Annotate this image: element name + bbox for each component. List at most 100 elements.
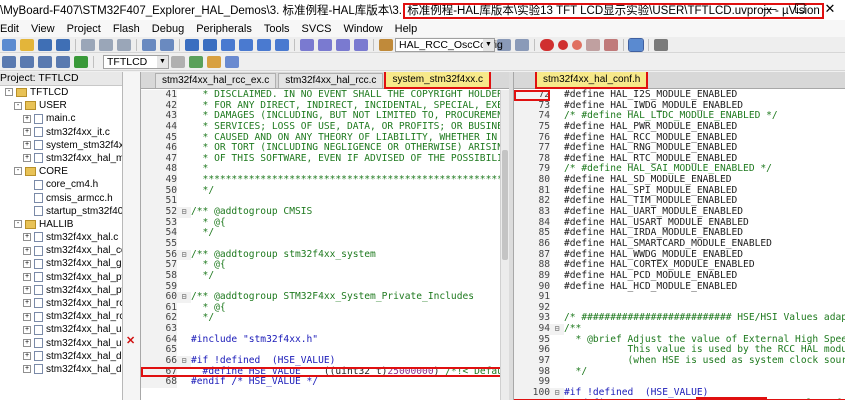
expand-icon[interactable]: + [23,312,31,321]
tree-item[interactable]: + system_stm32f4xx.c [0,139,122,152]
find-icon[interactable] [515,38,529,51]
find-in-files-icon[interactable] [379,38,393,51]
batch-build-icon[interactable] [56,56,70,68]
tree-item[interactable]: + stm32f4xx_hal_pwr. [0,271,122,284]
next-bookmark-icon[interactable] [257,38,271,51]
menu-help[interactable]: Help [395,23,424,35]
clear-bookmarks-icon[interactable] [275,38,289,51]
expand-icon[interactable]: + [23,286,31,295]
fold-toggle-icon[interactable]: ⊟ [177,249,191,261]
expand-icon[interactable]: + [23,259,31,268]
menu-project[interactable]: Project [67,23,107,35]
tree-item[interactable]: + stm32f4xx_hal_gpio. [0,257,122,270]
fold-toggle-icon[interactable]: ⊟ [177,292,191,303]
prev-bookmark-icon[interactable] [239,38,253,51]
save-all-icon[interactable] [56,38,70,51]
menu-view[interactable]: View [31,23,61,35]
bookmark-icon[interactable] [221,38,235,51]
expand-icon[interactable]: + [23,338,31,347]
tree-item[interactable]: + stm32f4xx_hal_corte [0,244,122,257]
fold-toggle-icon[interactable]: ⊟ [177,356,191,367]
menu-edit[interactable]: Edit [0,23,25,35]
tree-item[interactable]: + stm32f4xx_hal_msp.c [0,152,122,165]
collapse-icon[interactable]: - [14,167,22,176]
debug-start-icon[interactable] [540,38,554,51]
unindent-icon[interactable] [318,38,332,51]
translate-icon[interactable] [2,56,16,68]
tree-item[interactable]: - HALLIB [0,218,122,231]
comment-icon[interactable] [336,38,350,51]
copy-icon[interactable] [99,38,113,51]
editor-tab[interactable]: stm32f4xx_hal_rcc.c [278,73,384,88]
manage-components-icon[interactable] [189,56,203,68]
disable-breakpoint-icon[interactable] [572,39,582,50]
maximize-button[interactable]: ☐ [785,0,815,20]
menu-tools[interactable]: Tools [264,23,296,35]
editor-tab[interactable]: stm32f4xx_hal_rcc_ex.c [155,73,277,88]
configure-icon[interactable] [654,38,668,51]
expand-icon[interactable]: + [23,272,31,281]
scrollbar-left[interactable] [500,90,509,400]
tree-item[interactable]: + stm32f4xx_hal_dma. [0,363,122,376]
target-select[interactable]: TFTLCD ▼ [103,55,169,69]
redo-icon[interactable] [160,38,174,51]
disable-all-breakpoints-icon[interactable] [604,38,618,51]
tree-item[interactable]: + main.c [0,112,122,125]
collapse-icon[interactable]: - [5,88,13,97]
tree-item[interactable]: - CORE [0,165,122,178]
tree-item[interactable]: cmsis_armcc.h [0,192,122,205]
rebuild-icon[interactable] [38,56,52,68]
minimize-button[interactable]: — [755,0,785,20]
expand-icon[interactable]: + [23,233,31,242]
nav-forward-icon[interactable] [203,38,217,51]
breakpoint-icon[interactable] [558,39,568,50]
window-layout-icon[interactable] [628,37,644,52]
chevron-down-icon[interactable]: ▼ [483,38,494,51]
tree-item[interactable]: + stm32f4xx_hal.c [0,231,122,244]
close-button[interactable]: ✕ [815,0,845,20]
tree-item[interactable]: + stm32f4xx_hal_dma. [0,350,122,363]
code-area-right[interactable]: 72 #define HAL_I2S_MODULE_ENABLED 73 #defin… [514,89,845,400]
fold-toggle-icon[interactable]: ⊟ [550,387,564,399]
menu-flash[interactable]: Flash [113,23,146,35]
collapse-icon[interactable]: - [14,220,22,229]
expand-icon[interactable]: + [23,352,31,361]
build-icon[interactable] [20,56,34,68]
uncomment-icon[interactable] [354,38,368,51]
tree-item[interactable]: + stm32f4xx_hal_rcc.c [0,297,122,310]
file-extensions-icon[interactable] [207,56,221,68]
expand-icon[interactable]: + [23,127,31,136]
expand-icon[interactable]: + [23,154,31,163]
fold-toggle-icon[interactable]: ⊟ [177,207,191,218]
tree-item[interactable]: + stm32f4xx_hal_rcc_e [0,310,122,323]
nav-back-icon[interactable] [185,38,199,51]
tree-item[interactable]: core_cm4.h [0,178,122,191]
download-icon[interactable] [74,56,88,68]
menu-window[interactable]: Window [344,23,389,35]
expand-icon[interactable]: + [23,141,31,150]
fold-toggle-icon[interactable]: ⊟ [550,324,564,335]
expand-icon[interactable]: + [23,299,31,308]
menu-peripherals[interactable]: Peripherals [196,23,258,35]
editor-tab[interactable]: system_stm32f4xx.c [384,72,492,89]
expand-icon[interactable]: + [23,114,31,123]
chevron-down-icon[interactable]: ▼ [157,56,168,68]
expand-icon[interactable]: + [23,365,31,374]
kill-breakpoints-icon[interactable] [586,38,600,51]
target-options-icon[interactable] [171,56,185,68]
save-icon[interactable] [38,38,52,51]
open-file-icon[interactable] [20,38,34,51]
tree-item[interactable]: - TFTLCD [0,86,122,99]
new-file-icon[interactable] [2,38,16,51]
editor-tab[interactable]: stm32f4xx_hal_conf.h [534,72,649,89]
undo-icon[interactable] [142,38,156,51]
menu-svcs[interactable]: SVCS [302,23,338,35]
pack-installer-icon[interactable] [225,56,239,68]
find-combo[interactable]: HAL_RCC_OscConfig ▼ [395,37,503,52]
tree-item[interactable]: + stm32f4xx_hal_uart.c [0,323,122,336]
tree-item[interactable]: + stm32f4xx_hal_usart. [0,337,122,350]
paste-icon[interactable] [117,38,131,51]
tree-item[interactable]: - USER [0,99,122,112]
tree-item[interactable]: + stm32f4xx_hal_pwr_e [0,284,122,297]
breakpoint-x-icon[interactable]: ✕ [126,334,135,347]
